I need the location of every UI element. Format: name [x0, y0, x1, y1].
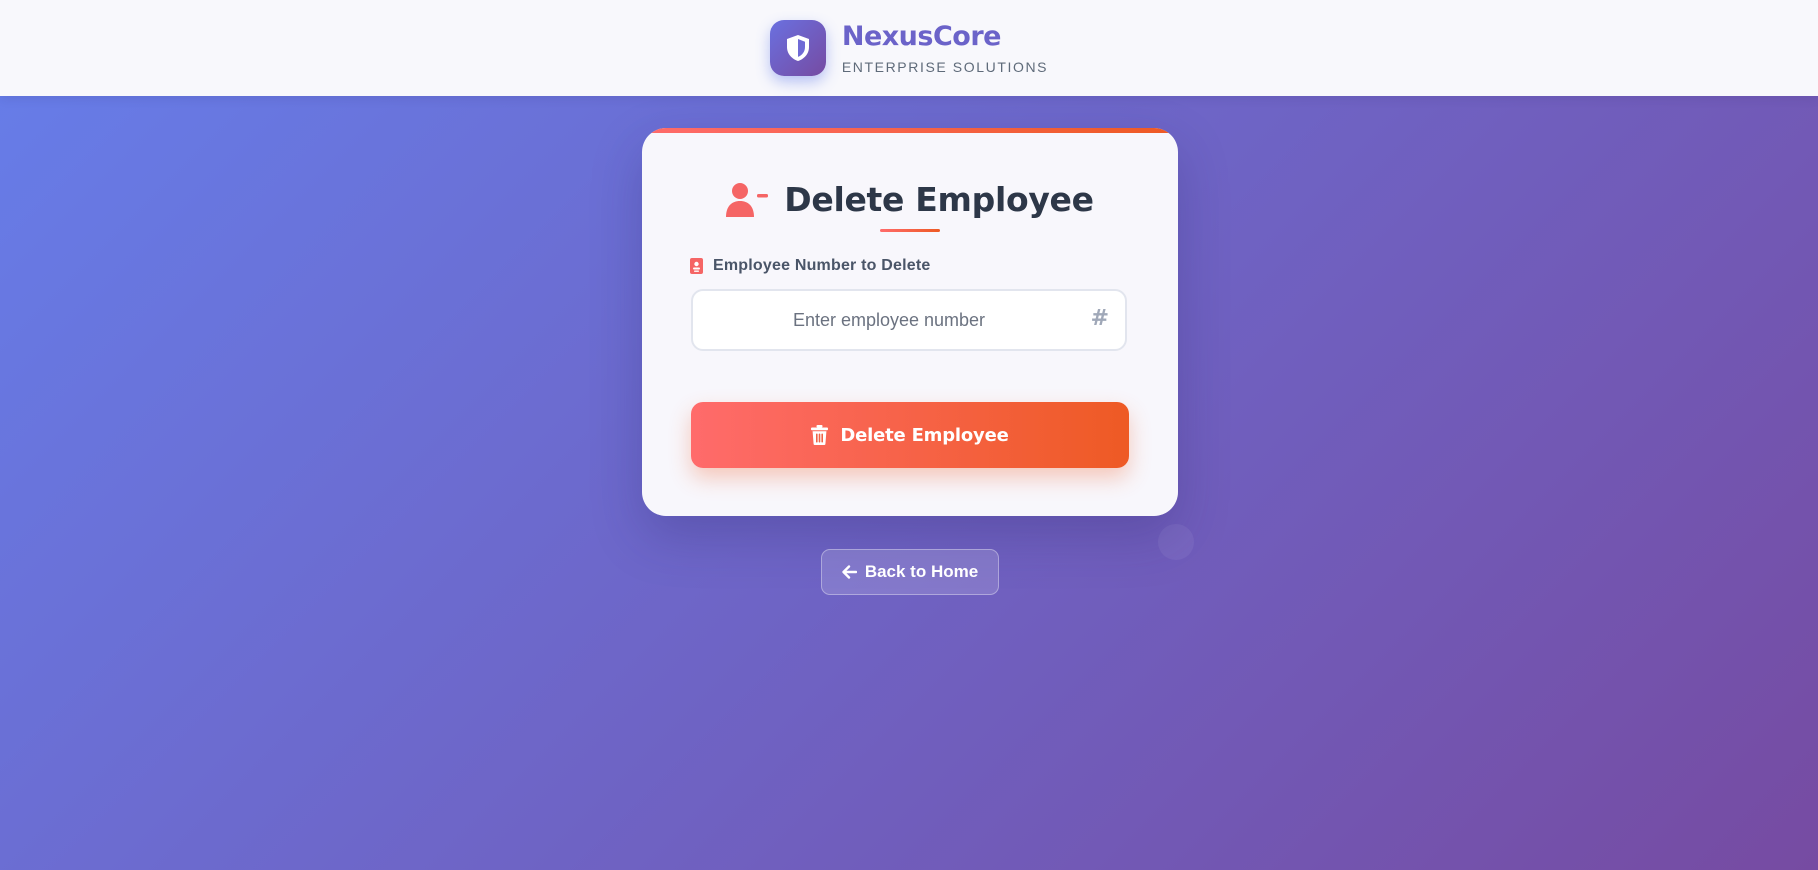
employee-number-label: Employee Number to Delete: [690, 257, 931, 275]
card-header: Delete Employee: [642, 180, 1178, 219]
employee-number-input[interactable]: [693, 291, 1125, 349]
back-to-home-label: Back to Home: [864, 562, 979, 581]
trash-icon: [811, 425, 829, 445]
delete-employee-button[interactable]: Delete Employee: [691, 402, 1129, 468]
delete-employee-button-label: Delete Employee: [840, 424, 1009, 446]
brand-text: NexusCore ENTERPRISE SOLUTIONS: [842, 21, 1048, 75]
title-underline: [880, 229, 940, 232]
brand-tagline: ENTERPRISE SOLUTIONS: [841, 59, 1049, 75]
card-accent-bar: [642, 128, 1178, 133]
delete-employee-card: Delete Employee Employee Number to Delet…: [642, 128, 1178, 516]
shield-icon: [786, 35, 809, 61]
employee-number-label-text: Employee Number to Delete: [713, 257, 931, 274]
id-badge-icon: [690, 258, 703, 274]
user-minus-icon: [726, 182, 769, 217]
arrow-left-icon: [842, 565, 857, 579]
hash-icon: #: [1090, 306, 1109, 331]
page-title: Delete Employee: [784, 180, 1094, 219]
employee-number-field-wrapper: #: [691, 289, 1127, 351]
back-to-home-button[interactable]: Back to Home: [821, 549, 999, 595]
decorative-bubble: [1158, 524, 1194, 560]
brand-logo: [769, 20, 826, 76]
brand[interactable]: NexusCore ENTERPRISE SOLUTIONS: [769, 20, 1048, 76]
top-header: NexusCore ENTERPRISE SOLUTIONS: [0, 0, 1818, 96]
brand-name: NexusCore: [841, 21, 1002, 52]
